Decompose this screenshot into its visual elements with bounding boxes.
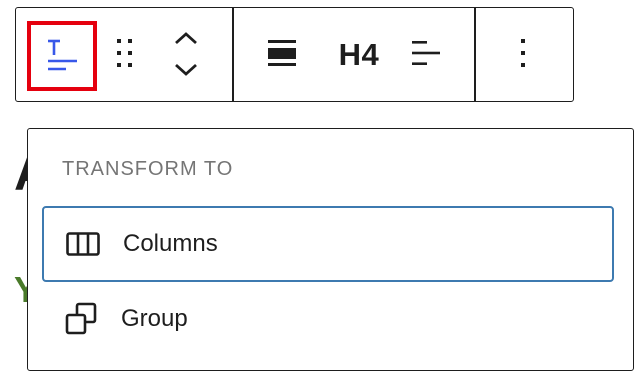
move-up-button[interactable] [168,26,204,54]
transform-to-columns-item[interactable]: Columns [42,206,614,282]
drag-handle-icon [114,36,136,75]
more-options-button[interactable] [506,35,540,75]
group-icon [64,302,98,336]
toolbar-divider [232,8,234,101]
text-icon [42,34,82,79]
align-none-icon [265,37,299,74]
toolbar-divider [474,8,476,101]
popover-title: TRANSFORM TO [62,158,234,180]
transform-popover: TRANSFORM TO Columns Group [27,128,634,371]
chevron-down-icon [172,61,200,84]
move-down-button[interactable] [168,58,204,86]
align-left-icon [409,37,443,74]
transform-to-group-item[interactable]: Group [42,281,614,357]
more-vertical-icon [518,36,528,75]
drag-handle-button[interactable] [110,35,140,75]
block-toolbar: H4 [15,7,574,102]
block-align-button[interactable] [260,35,304,75]
heading-level-label: H4 [338,37,380,72]
columns-icon [66,227,100,261]
text-align-button[interactable] [404,35,448,75]
chevron-up-icon [172,29,200,52]
block-transform-button[interactable] [27,21,97,91]
heading-level-button[interactable]: H4 [324,30,394,80]
group-label: Group [121,305,188,332]
columns-label: Columns [123,230,218,257]
